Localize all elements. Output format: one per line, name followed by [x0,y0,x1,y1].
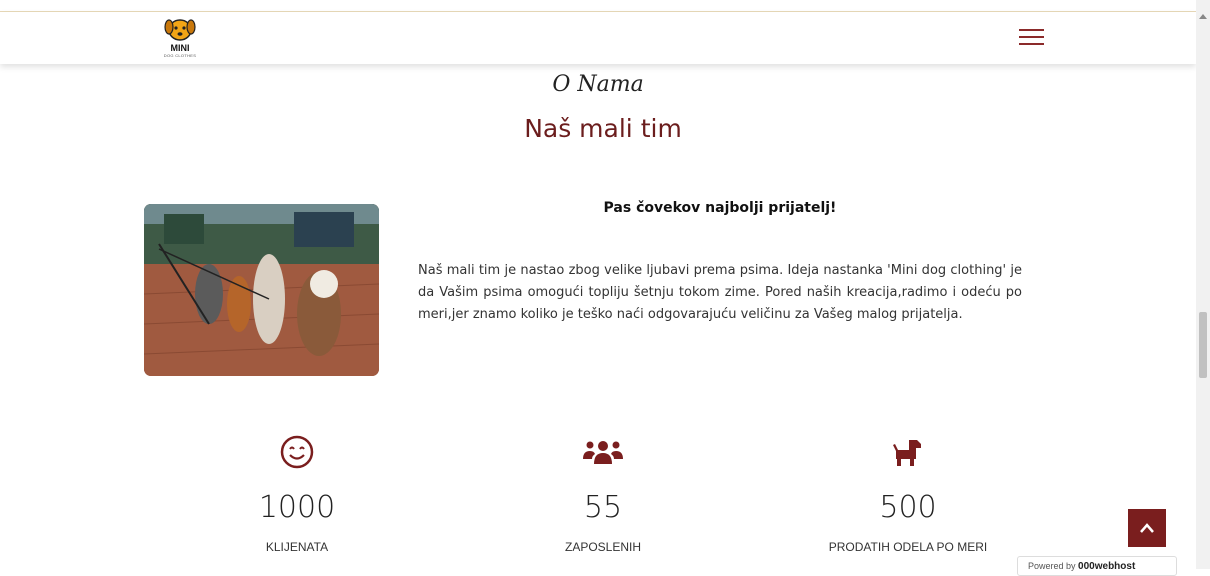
logo[interactable]: MINI DOG CLOTHES [160,14,200,62]
navbar: MINI DOG CLOTHES [0,12,1196,64]
logo-subtitle: DOG CLOTHES [163,53,197,58]
scroll-thumb[interactable] [1199,312,1207,378]
team-dogs-photo [144,204,379,376]
powered-by-badge[interactable]: Powered by 000webhost [1017,556,1177,576]
chevron-up-icon [1140,523,1154,533]
about-heading: Pas čovekov najbolji prijatelj! [603,200,837,216]
stat-label: PRODATIH ODELA PO MERI [828,540,988,554]
about-text: Naš mali tim je nastao zbog velike ljuba… [418,263,1022,322]
stat-number: 500 [879,490,937,525]
stat-suits: 500 PRODATIH ODELA PO MERI [808,432,1008,554]
dog-icon [808,432,1008,472]
dog-logo-icon [164,19,196,41]
hamburger-icon[interactable] [1019,29,1044,47]
users-icon [503,432,703,472]
section-title: Naš mali tim [524,114,682,143]
back-to-top-button[interactable] [1128,509,1166,547]
stat-employees: 55 ZAPOSLENIH [503,432,703,554]
badge-prefix: Powered by [1028,561,1076,571]
stat-number: 55 [583,490,623,525]
smile-icon [197,432,397,472]
stat-label: ZAPOSLENIH [564,540,642,554]
logo-title: MINI [170,43,190,53]
scroll-up-arrow-icon[interactable] [1199,14,1207,19]
badge-brand: 000webhost [1078,561,1136,572]
stat-clients: 1000 KLIJENATA [197,432,397,554]
scrollbar[interactable] [1196,0,1210,569]
stat-number: 1000 [258,490,336,525]
section-subtitle: O Nama [552,72,644,97]
stat-label: KLIJENATA [265,540,329,554]
